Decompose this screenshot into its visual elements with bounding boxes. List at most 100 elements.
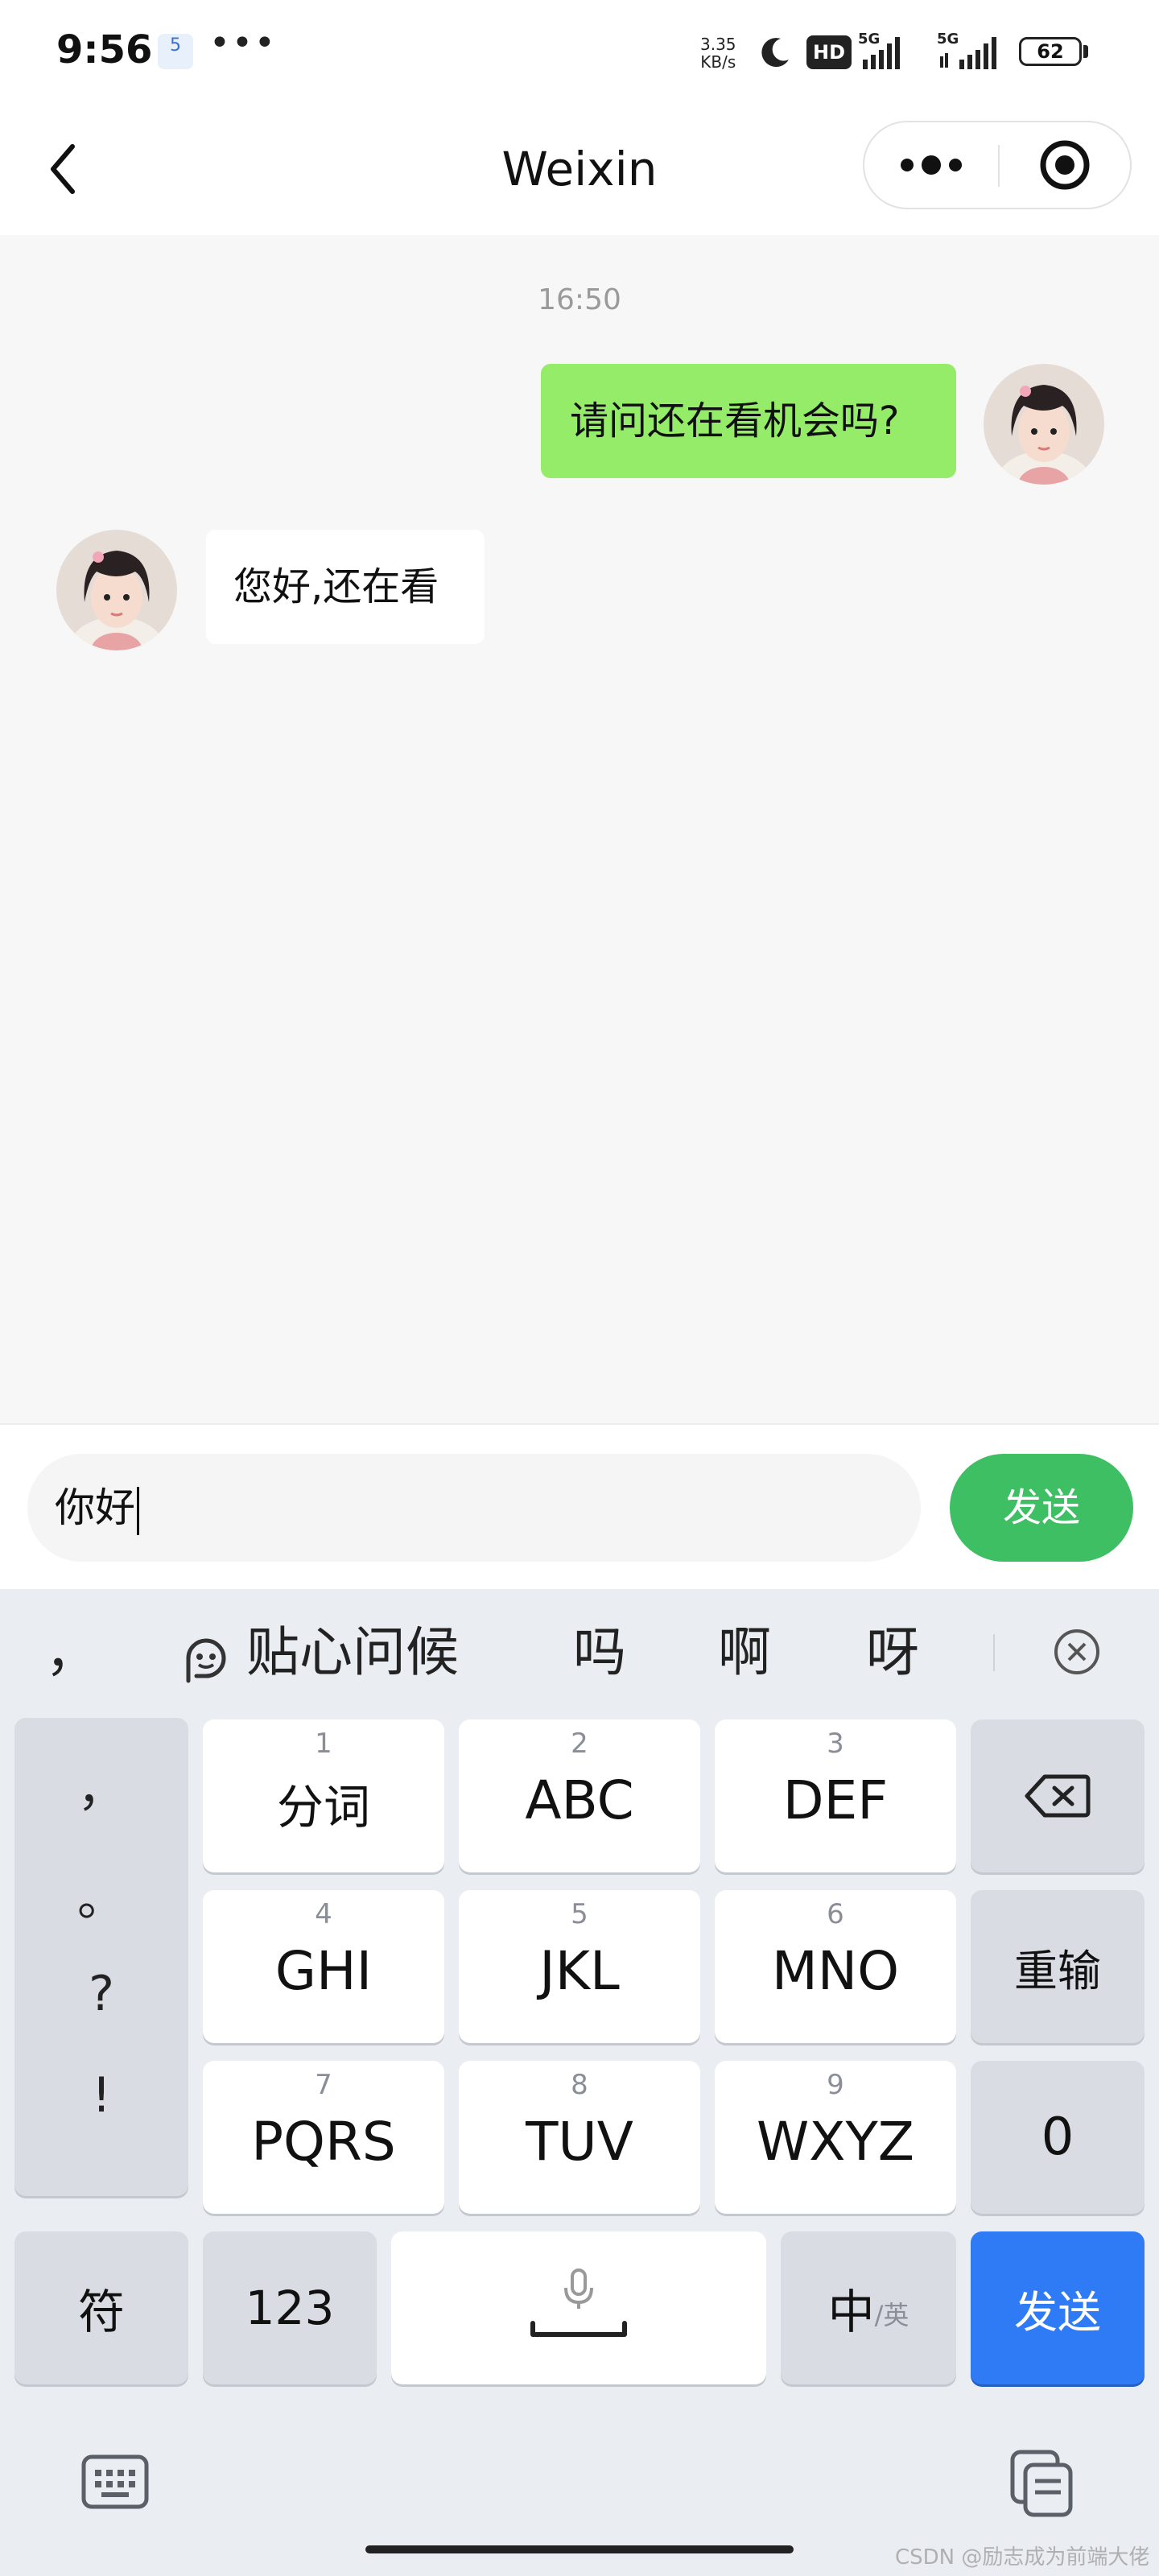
- close-candidates-button[interactable]: [1051, 1626, 1103, 1681]
- keyboard-send-key[interactable]: 发送: [971, 2231, 1145, 2384]
- backspace-icon: [971, 1719, 1145, 1872]
- number-mode-key[interactable]: 123: [203, 2231, 377, 2384]
- candidate-divider: [993, 1634, 995, 1671]
- key-1[interactable]: 1 分词: [203, 1719, 444, 1872]
- candidate-comma[interactable]: ，: [45, 1589, 98, 1716]
- text-caret: [137, 1486, 139, 1535]
- candidate-word[interactable]: 啊: [718, 1589, 771, 1716]
- signal-sim1-icon: 5G: [858, 31, 906, 76]
- punctuation-column: ， 。 ? !: [14, 1718, 188, 2196]
- key-number: 2: [571, 1728, 588, 1760]
- contact-avatar[interactable]: [56, 530, 177, 650]
- key-3[interactable]: 3 DEF: [715, 1719, 956, 1872]
- network-speed-unit: KB/s: [700, 52, 736, 72]
- key-label: 符: [77, 2285, 125, 2339]
- zero-key[interactable]: 0: [971, 2061, 1145, 2214]
- punct-comma-key[interactable]: ，: [14, 1750, 188, 1820]
- language-label: 中/英: [781, 2231, 956, 2384]
- lang-alt: /英: [874, 2300, 909, 2330]
- key-number: 3: [827, 1728, 844, 1760]
- language-switch-key[interactable]: 中/英: [781, 2231, 956, 2384]
- key-label: DEF: [782, 1769, 889, 1831]
- more-notifications-icon: •••: [209, 23, 277, 64]
- ime-keyboard: ， 贴心问候 吗 啊 呀 ， 。 ? ! 1 分词 2 ABC 3 DEF 4 …: [0, 1589, 1159, 2576]
- network-speed-value: 3.35: [700, 35, 736, 54]
- key-number: 5: [571, 1898, 588, 1930]
- punct-question-key[interactable]: ?: [14, 1966, 188, 2022]
- outgoing-message-text: 请问还在看机会吗?: [570, 398, 900, 444]
- keyboard-switch-button[interactable]: [79, 2450, 151, 2518]
- key-label: ABC: [525, 1769, 634, 1831]
- backspace-key[interactable]: [971, 1719, 1145, 1872]
- more-button[interactable]: [864, 122, 998, 208]
- keyboard-icon: [81, 2454, 149, 2509]
- battery-level: 62: [1037, 40, 1064, 63]
- close-miniprogram-button[interactable]: [1000, 122, 1130, 208]
- key-label: JKL: [539, 1940, 620, 2002]
- key-number: 4: [315, 1898, 332, 1930]
- key-label: 发送: [1014, 2286, 1101, 2338]
- key-label: MNO: [771, 1940, 900, 2002]
- lang-main: 中: [827, 2285, 875, 2339]
- self-avatar[interactable]: [984, 364, 1104, 485]
- signal-sim2-icon: 5G: [937, 31, 1006, 76]
- key-2[interactable]: 2 ABC: [459, 1719, 700, 1872]
- key-number: 6: [827, 1898, 844, 1930]
- incoming-message-bubble[interactable]: 您好,还在看: [206, 530, 485, 644]
- key-label: PQRS: [251, 2111, 396, 2173]
- chat-area[interactable]: 16:50 请问还在看机会吗? 您好,还在看: [0, 235, 1159, 1423]
- outgoing-message-bubble[interactable]: 请问还在看机会吗?: [541, 364, 956, 478]
- sim2-network-label: 5G: [937, 31, 959, 47]
- message-input[interactable]: 你好: [27, 1454, 921, 1562]
- candidate-word[interactable]: 吗: [573, 1589, 626, 1716]
- candidate-bar: ， 贴心问候 吗 啊 呀: [0, 1589, 1159, 1710]
- key-4[interactable]: 4 GHI: [203, 1890, 444, 2043]
- message-input-value: 你好: [55, 1454, 139, 1562]
- key-number: 7: [315, 2069, 332, 2101]
- target-circle-icon: [1040, 140, 1090, 190]
- watermark: CSDN @励志成为前端大佬: [895, 2545, 1150, 2570]
- sim1-network-label: 5G: [858, 31, 881, 47]
- close-circle-icon: [1054, 1629, 1099, 1674]
- key-label: 123: [245, 2281, 335, 2335]
- status-bar: 9:56 5 ••• 3.35 KB/s HD 5G 5G 62: [0, 0, 1159, 105]
- punct-period-key[interactable]: 。: [14, 1860, 188, 1930]
- hd-call-badge: HD: [806, 35, 852, 69]
- network-speed: 3.35 KB/s: [700, 35, 736, 71]
- key-label: 0: [1041, 2107, 1074, 2167]
- message-timestamp: 16:50: [538, 283, 621, 316]
- nav-header: Weixin: [0, 105, 1159, 235]
- greeting-icon: [177, 1629, 237, 1692]
- key-number: 9: [827, 2069, 844, 2101]
- battery-tip: [1083, 45, 1088, 58]
- key-label: 重输: [1014, 1945, 1101, 1996]
- key-5[interactable]: 5 JKL: [459, 1890, 700, 2043]
- key-8[interactable]: 8 TUV: [459, 2061, 700, 2214]
- key-label: 分词: [276, 1780, 370, 1835]
- home-indicator[interactable]: [365, 2545, 794, 2553]
- moon-icon: [757, 34, 794, 74]
- mini-program-capsule: [863, 121, 1132, 209]
- battery-icon: 62: [1019, 37, 1082, 66]
- avatar-image: [56, 530, 177, 650]
- key-7[interactable]: 7 PQRS: [203, 2061, 444, 2214]
- more-dots-icon: [901, 155, 962, 175]
- clipboard-icon: [1010, 2450, 1073, 2517]
- reinput-key[interactable]: 重输: [971, 1890, 1145, 2043]
- greeting-feature-button[interactable]: 贴心问候: [246, 1589, 459, 1716]
- clipboard-button[interactable]: [1006, 2447, 1079, 2523]
- space-key[interactable]: [391, 2231, 766, 2384]
- punct-exclaim-key[interactable]: !: [14, 2067, 188, 2124]
- key-6[interactable]: 6 MNO: [715, 1890, 956, 2043]
- key-label: TUV: [526, 2111, 633, 2173]
- incoming-message-text: 您好,还在看: [233, 564, 439, 609]
- candidate-word[interactable]: 呀: [866, 1589, 919, 1716]
- input-text: 你好: [55, 1484, 135, 1531]
- key-label: WXYZ: [756, 2111, 914, 2173]
- send-button[interactable]: 发送: [950, 1454, 1133, 1562]
- app-notification-icon: 5: [158, 34, 193, 69]
- symbol-key[interactable]: 符: [14, 2231, 188, 2384]
- key-9[interactable]: 9 WXYZ: [715, 2061, 956, 2214]
- key-number: 8: [571, 2069, 588, 2101]
- space-mic-icon: [391, 2231, 766, 2384]
